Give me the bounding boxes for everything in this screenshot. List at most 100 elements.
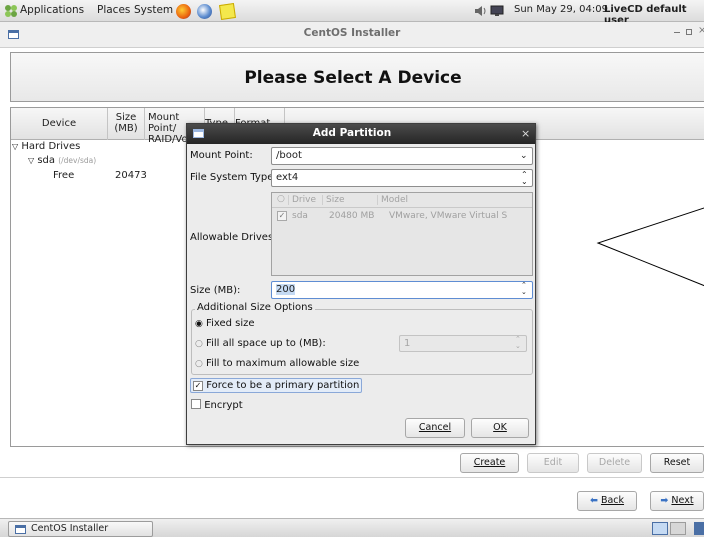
drive-checkbox[interactable]: ✓ [277,211,287,221]
header-check-icon: ○ [277,194,285,204]
window-titlebar[interactable]: CentOS Installer × [0,22,704,48]
back-button[interactable]: ⬅ Back [577,491,637,511]
header-banner: Please Select A Device [10,52,704,102]
mount-point-value: /boot [276,150,302,161]
menu-applications[interactable]: Applications [20,4,84,16]
radio-off-icon: ○ [195,359,203,369]
menu-system[interactable]: System [134,4,173,16]
cancel-label: Cancel [418,422,452,433]
edit-label: Edit [543,457,563,468]
filesystem-type-label: File System Type: [190,172,277,183]
taskbar-item-label: CentOS Installer [31,523,109,534]
back-label: Back [600,495,625,506]
drive-name: sda [292,211,308,221]
close-icon[interactable]: × [698,25,704,36]
column-size-label: Size [115,112,137,123]
dialog-titlebar[interactable]: Add Partition × [187,124,535,144]
tree-label: Hard Drives [21,141,81,152]
delete-label: Delete [598,457,631,468]
expander-icon[interactable]: ▽ [28,156,34,165]
fill-max-radio[interactable]: ○ Fill to maximum allowable size [195,358,359,369]
bottom-panel: CentOS Installer [0,518,704,537]
taskbar-item[interactable]: CentOS Installer [8,521,153,537]
drive-row[interactable]: ✓ sda 20480 MB VMware, VMware Virtual S [272,209,532,224]
column-size-unit: (MB) [114,123,138,134]
primary-partition-label: Force to be a primary partition [206,380,360,391]
page-title: Please Select A Device [244,68,462,88]
size-options-legend: Additional Size Options [195,302,315,313]
volume-icon[interactable] [474,5,488,17]
ok-label: OK [493,422,507,433]
size-spinbox[interactable]: 200 ⌃ ⌄ [271,281,533,299]
radio-off-icon: ○ [195,339,203,349]
create-button[interactable]: Create [460,453,519,473]
window-title: CentOS Installer [303,27,401,39]
tree-label: Free [53,170,75,181]
fill-upto-value: 1 [404,338,411,349]
workspace-switcher-3[interactable] [694,522,704,535]
workspace-switcher-1[interactable] [652,522,668,535]
cancel-button[interactable]: Cancel [405,418,465,438]
device-path: (/dev/sda) [58,156,97,165]
reset-button[interactable]: Reset [650,453,704,473]
primary-partition-checkbox[interactable]: ✓ Force to be a primary partition [190,378,363,393]
notes-icon[interactable] [219,3,236,20]
fixed-size-label: Fixed size [206,318,255,329]
size-label: Size (MB): [190,285,241,296]
chevron-down-icon[interactable]: ⌄ [520,151,528,161]
fill-upto-radio[interactable]: ○ Fill all space up to (MB): [195,338,326,349]
checkbox-checked-icon: ✓ [193,381,203,391]
header-model[interactable]: Model [377,195,408,205]
dialog-title: Add Partition [312,127,392,139]
fill-upto-label: Fill all space up to (MB): [206,338,326,349]
column-device[interactable]: Device [11,108,108,140]
clock[interactable]: Sun May 29, 04:09 [514,4,608,15]
next-button[interactable]: ➡ Next [650,491,704,511]
separator [0,477,704,478]
header-size[interactable]: Size [322,195,344,205]
drive-size: 20480 MB [329,211,375,221]
allowable-drives-list[interactable]: ○ Drive Size Model ✓ sda 20480 MB VMware… [271,192,533,276]
spin-arrows-icon[interactable]: ⌃ ⌄ [515,336,521,350]
edit-button[interactable]: Edit [527,453,579,473]
encrypt-label: Encrypt [204,400,243,411]
dialog-close-icon[interactable]: × [521,127,530,140]
spin-arrows-icon[interactable]: ⌃ ⌄ [521,282,527,296]
fixed-size-radio[interactable]: ◉ Fixed size [195,318,255,329]
minimize-icon[interactable] [674,32,680,33]
drives-list-header: ○ Drive Size Model [272,193,532,208]
tree-row-sda[interactable]: ▽ sda (/dev/sda) [28,155,96,166]
add-partition-dialog[interactable]: Add Partition × Mount Point: /boot ⌄ Fil… [186,123,536,445]
encrypt-checkbox[interactable]: Encrypt [191,399,243,411]
ok-button[interactable]: OK [471,418,529,438]
tree-row-free[interactable]: Free [53,170,74,181]
network-icon[interactable] [197,4,212,19]
mount-point-combo[interactable]: /boot ⌄ [271,147,533,165]
delete-button[interactable]: Delete [587,453,642,473]
expander-icon[interactable]: ▽ [12,142,18,151]
create-mnemonic: Create [473,457,506,468]
filesystem-type-value: ext4 [276,172,299,183]
updown-arrow-icon: ⌃ ⌄ [521,170,528,186]
size-value: 200 [276,284,296,295]
column-size[interactable]: Size (MB) [108,108,145,140]
display-icon[interactable] [490,5,504,17]
tree-row-hard-drives[interactable]: ▽ Hard Drives [12,141,80,152]
reset-label: Reset [663,457,691,468]
header-drive[interactable]: Drive [288,195,316,205]
filesystem-type-combo[interactable]: ext4 ⌃ ⌄ [271,169,533,187]
maximize-icon[interactable] [686,29,692,35]
menu-places[interactable]: Places [97,4,130,16]
next-label: Next [671,495,694,506]
window-icon [15,525,26,534]
applications-icon [4,4,18,18]
back-arrow-icon: ⬅ [589,495,598,506]
checkbox-unchecked-icon [191,399,201,409]
fill-max-label: Fill to maximum allowable size [206,358,360,369]
firefox-icon[interactable] [176,4,191,19]
allowable-drives-label: Allowable Drives: [190,232,277,243]
radio-on-icon: ◉ [195,319,203,329]
fill-upto-spinbox[interactable]: 1 ⌃ ⌄ [399,335,527,352]
free-size: 20473 [115,170,147,181]
workspace-switcher-2[interactable] [670,522,686,535]
